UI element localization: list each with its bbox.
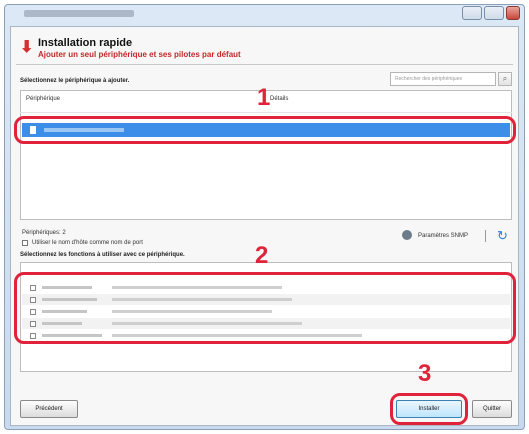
refresh-icon[interactable]: ↻ xyxy=(497,229,508,242)
device-search-input[interactable]: Rechercher des périphériques xyxy=(390,72,496,86)
device-count-label: Périphériques: 2 xyxy=(22,230,66,236)
table-header-divider xyxy=(20,112,512,113)
toolbar-separator xyxy=(485,230,486,242)
use-hostname-label: Utiliser le nom d'hôte comme nom de port xyxy=(32,240,143,246)
highlight-box-install xyxy=(390,393,468,425)
page-subtitle: Ajouter un seul périphérique et ses pilo… xyxy=(38,50,241,59)
down-arrow-icon: ⬇ xyxy=(20,39,34,56)
minimize-button[interactable] xyxy=(462,6,482,20)
annotation-number-1: 1 xyxy=(257,84,271,111)
column-header-details[interactable]: Détails xyxy=(270,96,288,102)
maximize-button[interactable] xyxy=(484,6,504,20)
annotation-number-2: 2 xyxy=(255,242,269,269)
snmp-settings-link[interactable]: Paramètres SNMP xyxy=(418,233,468,239)
use-hostname-checkbox[interactable] xyxy=(22,240,28,246)
window-title-blurred xyxy=(24,10,134,17)
header-divider xyxy=(16,64,513,65)
column-header-device[interactable]: Périphérique xyxy=(26,96,60,102)
page-title: Installation rapide xyxy=(38,37,133,49)
highlight-box-device xyxy=(14,116,516,144)
search-icon[interactable]: ⌕ xyxy=(498,72,512,86)
device-section-label: Sélectionnez le périphérique à ajouter. xyxy=(20,78,130,84)
back-button[interactable]: Précédent xyxy=(20,400,78,418)
annotation-number-3: 3 xyxy=(418,360,432,387)
functions-section-label: Sélectionnez les fonctions à utiliser av… xyxy=(20,252,185,258)
quit-button[interactable]: Quitter xyxy=(472,400,512,418)
snmp-settings-icon[interactable] xyxy=(402,230,412,240)
highlight-box-functions xyxy=(14,272,516,344)
close-window-button[interactable] xyxy=(506,6,520,20)
